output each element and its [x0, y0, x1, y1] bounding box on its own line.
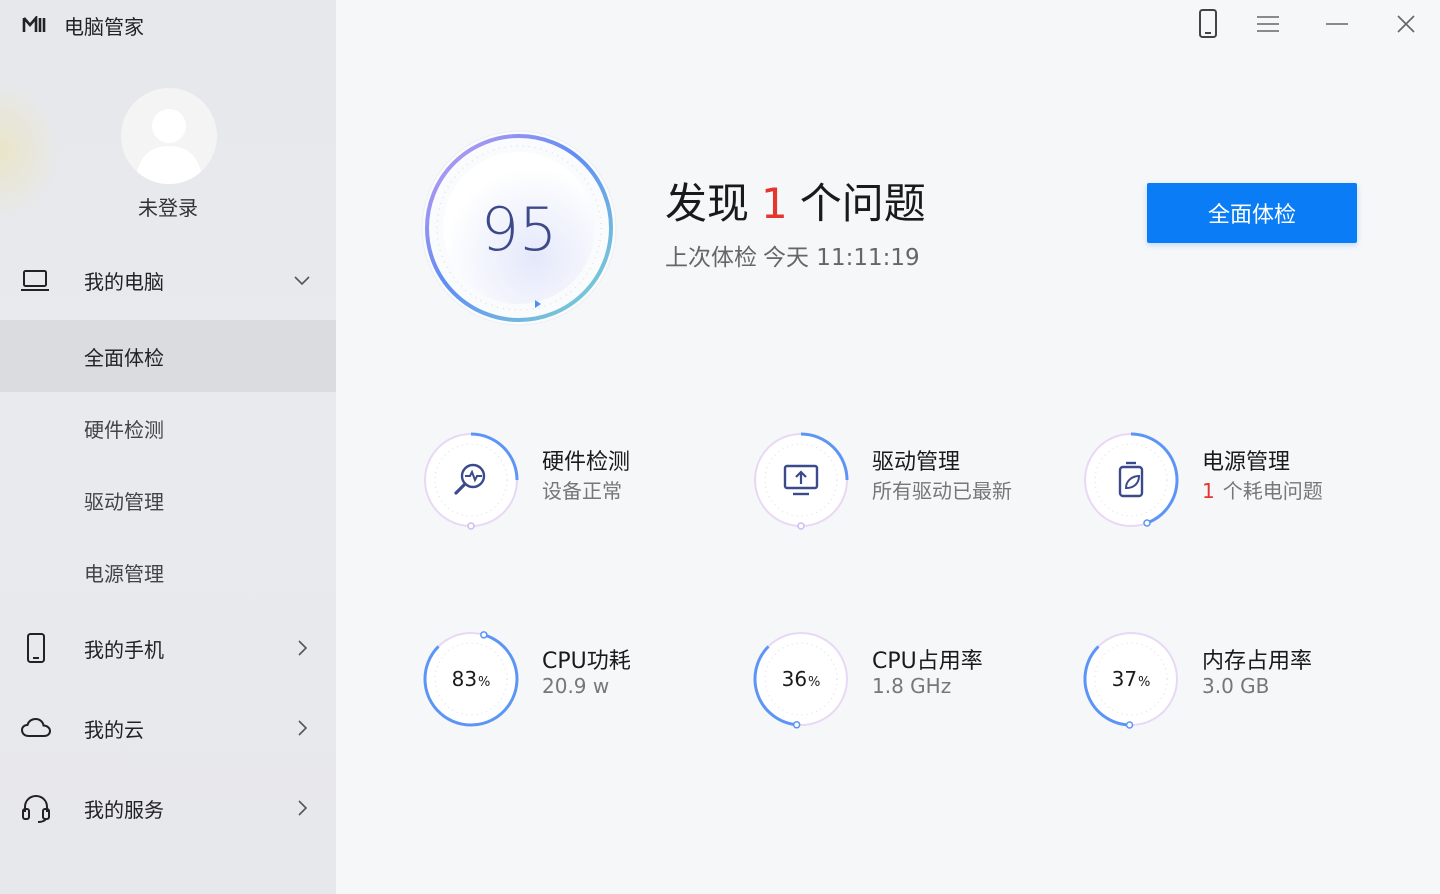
phone-icon [1199, 9, 1217, 38]
card-subtitle: 所有驱动已最新 [872, 479, 1012, 503]
card-title: 电源管理 [1202, 450, 1291, 475]
menu-button[interactable] [1252, 8, 1284, 40]
nav-full-check[interactable]: 全面体检 [0, 320, 336, 392]
chevron-down-icon [294, 276, 310, 286]
last-check: 上次体检 今天 11:11:19 [665, 238, 920, 272]
nav-my-phone[interactable]: 我的手机 [0, 612, 336, 684]
metric-value: 36% [751, 629, 851, 729]
card-subtitle: 1 个耗电问题 [1202, 475, 1323, 504]
metric-unit: % [1138, 674, 1151, 690]
chevron-right-icon [298, 640, 308, 656]
minimize-button[interactable] [1321, 8, 1353, 40]
nav-my-service[interactable]: 我的服务 [0, 772, 336, 844]
chevron-right-icon [298, 720, 308, 736]
metric-cpu-usage[interactable]: 36% CPU占用率 1.8 GHz [751, 629, 1051, 729]
nav-hardware-check[interactable]: 硬件检测 [0, 392, 336, 464]
laptop-icon [21, 270, 49, 291]
card-power-manage[interactable]: 电源管理 1 个耗电问题 [1081, 430, 1381, 530]
app-header: 电脑管家 [22, 12, 144, 39]
card-title: CPU功耗 [542, 649, 631, 674]
headset-icon [22, 794, 50, 823]
nav-label: 硬件检测 [84, 417, 164, 442]
power-issue-count: 1 [1202, 479, 1215, 503]
card-subtitle: 1.8 GHz [872, 674, 952, 698]
metric-number: 83 [451, 667, 478, 691]
last-check-time: 今天 11:11:19 [763, 245, 920, 271]
nav-label: 我的电脑 [84, 269, 164, 294]
sidebar: 电脑管家 未登录 我的电脑 全面体检 硬件检测 驱动管理 电源管理 我的手机 我… [0, 0, 336, 894]
metric-unit: % [808, 674, 821, 690]
nav-label: 电源管理 [84, 561, 164, 586]
metric-memory-usage[interactable]: 37% 内存占用率 3.0 GB [1081, 629, 1381, 729]
health-score: 95 [480, 195, 558, 265]
nav-driver-manage[interactable]: 驱动管理 [0, 464, 336, 536]
chevron-right-icon [298, 800, 308, 816]
full-check-button[interactable]: 全面体检 [1147, 183, 1357, 243]
card-subtitle: 20.9 w [542, 674, 610, 698]
card-title: 硬件检测 [542, 450, 631, 475]
driver-update-icon [783, 464, 819, 496]
power-issue-text: 个耗电问题 [1222, 479, 1323, 503]
close-button[interactable] [1390, 8, 1422, 40]
metric-number: 37 [1111, 667, 1138, 691]
phone-icon [27, 633, 45, 663]
close-icon [1397, 15, 1415, 33]
card-title: 内存占用率 [1202, 649, 1313, 674]
user-silhouette-icon [135, 109, 203, 184]
card-driver-manage[interactable]: 驱动管理 所有驱动已最新 [751, 430, 1051, 530]
nav-my-cloud[interactable]: 我的云 [0, 692, 336, 764]
nav-label: 我的手机 [84, 637, 164, 662]
avatar[interactable] [121, 88, 217, 184]
last-check-label: 上次体检 [665, 245, 757, 271]
menu-icon [1257, 16, 1279, 32]
card-title: 驱动管理 [872, 450, 961, 475]
metric-value: 37% [1081, 629, 1181, 729]
battery-leaf-icon [1118, 461, 1144, 498]
app-logo-icon [22, 16, 46, 32]
nav-label: 全面体检 [84, 345, 164, 370]
nav-label: 我的云 [84, 717, 144, 742]
card-subtitle: 3.0 GB [1202, 674, 1270, 698]
issue-headline: 发现 1 个问题 [665, 170, 926, 231]
issue-count: 1 [761, 179, 788, 228]
metric-unit: % [478, 674, 491, 690]
nav-label: 驱动管理 [84, 489, 164, 514]
minimize-icon [1326, 23, 1348, 25]
app-title: 电脑管家 [64, 14, 144, 39]
login-status[interactable]: 未登录 [0, 192, 336, 221]
phone-connect-button[interactable] [1192, 8, 1224, 40]
nav-label: 我的服务 [84, 797, 164, 822]
cloud-icon [20, 717, 52, 737]
card-title: CPU占用率 [872, 649, 983, 674]
headline-suffix: 个问题 [799, 179, 926, 228]
metric-value: 83% [421, 629, 521, 729]
nav-my-pc[interactable]: 我的电脑 [0, 244, 336, 316]
metric-cpu-power[interactable]: 83% CPU功耗 20.9 w [421, 629, 721, 729]
hardware-scan-icon [454, 463, 486, 495]
metric-number: 36 [781, 667, 808, 691]
card-subtitle: 设备正常 [542, 479, 622, 503]
headline-prefix: 发现 [665, 179, 750, 228]
nav-power-manage[interactable]: 电源管理 [0, 536, 336, 608]
card-hardware-check[interactable]: 硬件检测 设备正常 [421, 430, 721, 530]
